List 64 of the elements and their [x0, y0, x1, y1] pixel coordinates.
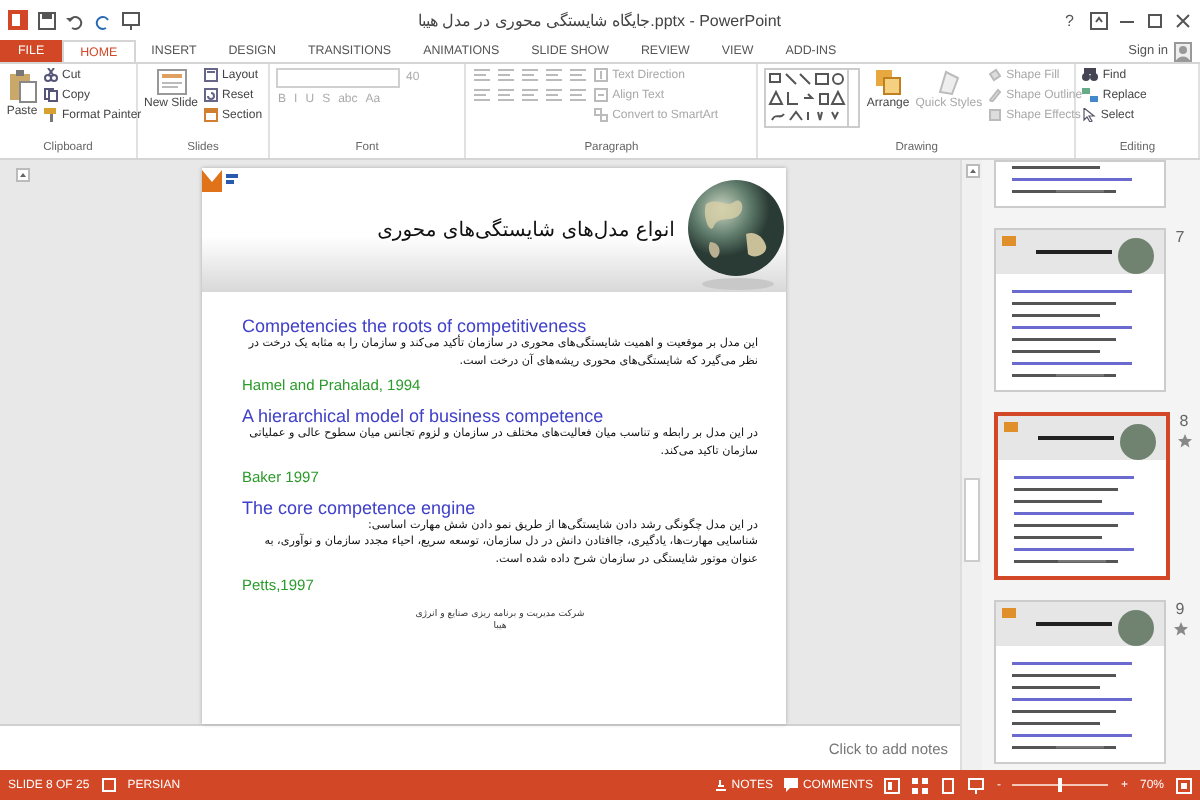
paragraph-format-icon — [472, 88, 493, 102]
paragraph-format-icon — [544, 68, 565, 82]
reset-icon — [204, 88, 219, 102]
reading-view-icon — [940, 777, 957, 793]
window-title: جایگاه شایستگی محوری در مدل هیبا.pptx - PowerPoint — [416, 11, 784, 29]
comment-icon — [784, 778, 799, 792]
section-heading: The core competence engine — [242, 497, 478, 518]
paragraph-format-icon — [520, 88, 541, 102]
cursor-icon — [1082, 108, 1097, 122]
shapes-gallery-drawing — [764, 68, 861, 128]
powerpoint-logo-icon — [8, 10, 28, 30]
slide-title: انواع مدل‌های شایستگی‌های محوری — [375, 220, 677, 242]
arrange-icon — [874, 68, 903, 96]
smartart-icon — [594, 108, 609, 122]
user-avatar-icon — [1174, 41, 1192, 61]
brush-icon — [44, 108, 58, 122]
slideshow-icon — [122, 11, 140, 29]
section-heading: A hierarchical model of business competence — [242, 406, 606, 427]
section-icon — [204, 108, 219, 122]
scrollbar-thumb[interactable] — [964, 478, 980, 562]
paragraph-format-icon — [544, 88, 565, 102]
text-direction-icon — [594, 68, 609, 82]
save-icon — [38, 11, 56, 29]
slide-number: 7 — [1175, 228, 1185, 246]
slide-thumbnail[interactable] — [994, 228, 1166, 392]
quick-styles-icon — [934, 68, 963, 96]
paragraph-format-icon — [496, 68, 517, 82]
scissors-icon — [44, 68, 58, 82]
section-heading: Competencies the roots of competitiveness — [242, 316, 589, 336]
slide-thumbnail[interactable] — [994, 160, 1166, 208]
new-slide-icon — [155, 68, 187, 96]
slide-sorter-icon — [912, 777, 929, 793]
copy-icon — [44, 88, 58, 102]
paragraph-format-icon — [472, 68, 493, 82]
zoom-slider[interactable] — [1058, 778, 1063, 792]
binoculars-icon — [1082, 68, 1099, 82]
slide-thumbnail[interactable] — [994, 412, 1170, 580]
pen-icon — [988, 88, 1003, 102]
help-button[interactable]: ? — [1059, 11, 1080, 29]
star-icon — [1177, 434, 1191, 448]
paragraph-format-icon — [568, 68, 589, 82]
paint-bucket-icon — [988, 68, 1003, 82]
fit-slide-icon — [1176, 777, 1192, 793]
maximize-icon — [1146, 11, 1164, 29]
scroll-up-icon — [16, 168, 30, 182]
paragraph-format-icon — [520, 68, 541, 82]
star-icon — [1173, 622, 1187, 636]
close-icon — [1174, 11, 1192, 29]
font-name-field[interactable] — [276, 68, 401, 88]
replace-icon — [1082, 88, 1099, 102]
paste-icon — [6, 68, 38, 104]
ribbon-display-icon — [1090, 11, 1108, 29]
slide-thumbnail[interactable] — [994, 600, 1166, 764]
slideshow-icon — [968, 777, 985, 793]
undo-icon — [66, 11, 84, 29]
notes-icon — [713, 778, 728, 792]
slide-number: 8 — [1179, 412, 1189, 430]
layout-icon — [204, 68, 219, 82]
paragraph-format-icon — [568, 88, 589, 102]
align-text-icon — [594, 88, 609, 102]
redo-icon — [94, 11, 112, 29]
paragraph-format-icon — [496, 88, 517, 102]
normal-view-icon — [884, 777, 901, 793]
slide-number: 9 — [1175, 600, 1185, 618]
